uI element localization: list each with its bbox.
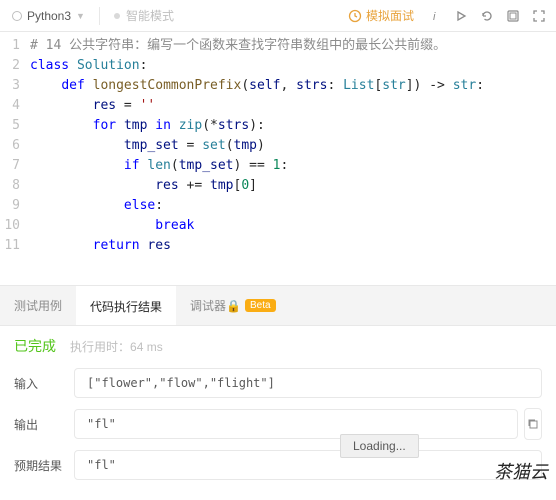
results-area: 已完成 执行用时：64 ms 输入 ["flower","flow","flig… bbox=[0, 326, 556, 500]
code-content[interactable]: # 14 公共字符串：编写一个函数来查找字符串数组中的最长公共前缀。class … bbox=[30, 36, 556, 256]
bottom-panel: 测试用例 代码执行结果 调试器 🔒Beta 已完成 执行用时：64 ms 输入 … bbox=[0, 285, 556, 500]
expected-label: 预期结果 bbox=[14, 457, 74, 474]
tab-exec-result[interactable]: 代码执行结果 bbox=[76, 286, 176, 325]
tab-debugger[interactable]: 调试器 🔒Beta bbox=[176, 286, 290, 325]
output-value: "fl" bbox=[74, 409, 518, 439]
line-gutter: 1234567891011 bbox=[0, 36, 30, 256]
reset-button[interactable] bbox=[474, 3, 500, 29]
status-text: 已完成 bbox=[14, 336, 56, 356]
code-editor[interactable]: 1234567891011 # 14 公共字符串：编写一个函数来查找字符串数组中… bbox=[0, 32, 556, 256]
input-label: 输入 bbox=[14, 375, 74, 392]
smart-mode-label: 智能模式 bbox=[126, 7, 174, 24]
result-tabs: 测试用例 代码执行结果 调试器 🔒Beta bbox=[0, 286, 556, 326]
lock-icon: 🔒 bbox=[226, 299, 241, 313]
settings-button[interactable] bbox=[500, 3, 526, 29]
language-label: Python3 bbox=[27, 9, 71, 23]
clock-icon bbox=[348, 9, 362, 23]
mock-interview-label: 模拟面试 bbox=[366, 7, 414, 24]
runtime-text: 执行用时：64 ms bbox=[70, 338, 163, 355]
language-selector[interactable]: Python3 ▼ bbox=[4, 5, 93, 27]
language-icon bbox=[12, 11, 22, 21]
expected-value: "fl" bbox=[74, 450, 542, 480]
copy-button[interactable] bbox=[524, 408, 542, 440]
info-button[interactable]: i bbox=[422, 3, 448, 29]
tab-test-cases[interactable]: 测试用例 bbox=[0, 286, 76, 325]
dot-icon bbox=[114, 13, 120, 19]
chevron-down-icon: ▼ bbox=[76, 11, 85, 21]
svg-text:i: i bbox=[433, 11, 436, 23]
smart-mode-toggle[interactable]: 智能模式 bbox=[106, 3, 182, 28]
divider bbox=[99, 7, 100, 25]
fullscreen-button[interactable] bbox=[526, 3, 552, 29]
loading-toast: Loading... bbox=[340, 434, 419, 458]
input-value[interactable]: ["flower","flow","flight"] bbox=[74, 368, 542, 398]
watermark: 茶猫云 bbox=[494, 458, 548, 484]
run-button[interactable] bbox=[448, 3, 474, 29]
beta-badge: Beta bbox=[245, 299, 276, 312]
output-label: 输出 bbox=[14, 416, 74, 433]
top-toolbar: Python3 ▼ 智能模式 模拟面试 i bbox=[0, 0, 556, 32]
mock-interview-button[interactable]: 模拟面试 bbox=[348, 7, 414, 24]
